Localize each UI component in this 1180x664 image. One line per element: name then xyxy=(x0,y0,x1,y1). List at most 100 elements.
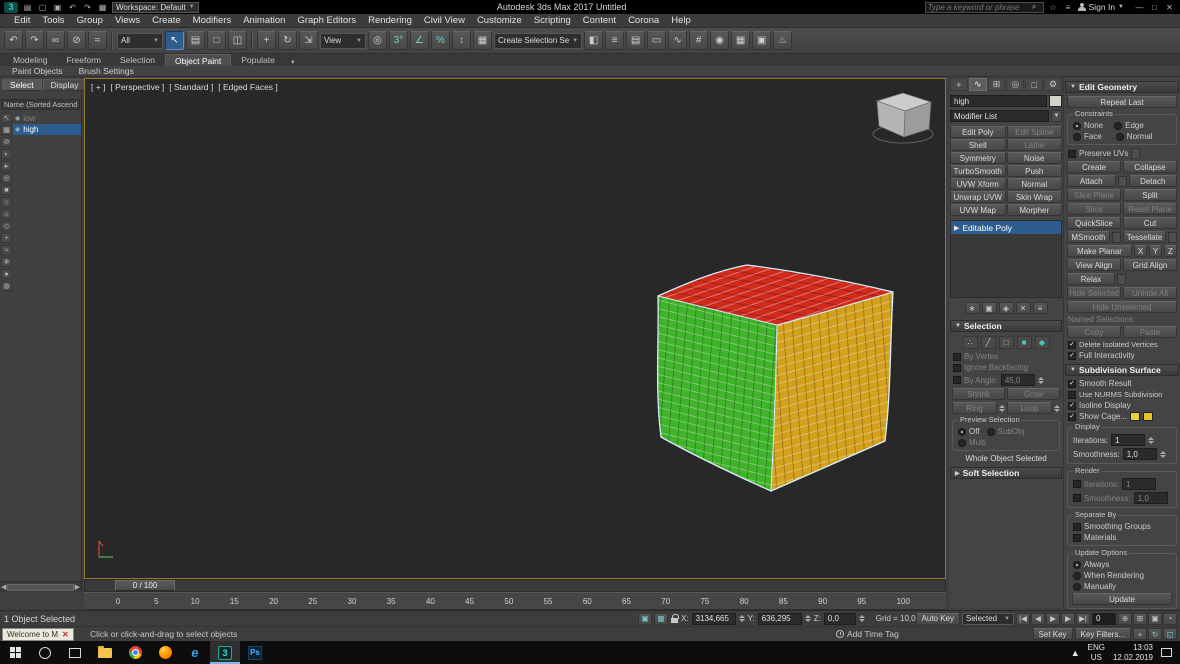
menu-item[interactable]: Modifiers xyxy=(187,15,238,26)
modifier-button[interactable]: Push xyxy=(1006,165,1062,177)
ribbon-tab[interactable]: Populate xyxy=(232,54,284,66)
layer-manager-icon[interactable]: ▤ xyxy=(626,31,646,50)
show-end-result-icon[interactable]: ▣ xyxy=(981,302,997,314)
quickslice-button[interactable]: QuickSlice xyxy=(1067,217,1121,229)
menu-item[interactable]: Rendering xyxy=(362,15,418,26)
menu-item[interactable]: Scripting xyxy=(528,15,577,26)
go-to-end-icon[interactable]: ▶| xyxy=(1076,612,1090,625)
reference-coordinate-dropdown[interactable]: View ▼ xyxy=(320,32,366,49)
modifier-list-dropdown[interactable]: Modifier List xyxy=(950,110,1049,122)
ribbon-tab[interactable]: Modeling xyxy=(4,54,57,66)
render-smoothness-field[interactable]: 1,0 xyxy=(1133,492,1168,504)
by-vertex-checkbox[interactable] xyxy=(953,352,961,361)
modifier-button[interactable]: UVW Map xyxy=(950,204,1006,216)
menu-item[interactable]: Group xyxy=(71,15,109,26)
select-none-icon[interactable]: ⊘ xyxy=(1,137,12,147)
selection-lock-grid-icon[interactable]: ▦ xyxy=(654,612,668,625)
modify-tab-icon[interactable]: ∿ xyxy=(968,78,987,91)
loop-spinner[interactable] xyxy=(1054,404,1060,412)
update-manually-radio[interactable] xyxy=(1073,582,1081,591)
relax-settings[interactable] xyxy=(1117,273,1126,285)
detach-button[interactable]: Detach xyxy=(1128,175,1177,187)
schematic-view-icon[interactable]: # xyxy=(689,31,709,50)
copy-button[interactable]: Copy xyxy=(1067,326,1121,338)
menu-item[interactable]: Views xyxy=(109,15,146,26)
task-view-button[interactable] xyxy=(60,641,90,664)
viewport-label-segment[interactable]: [ Edged Faces ] xyxy=(218,82,278,92)
filter-spacewarps-icon[interactable]: ≈ xyxy=(1,245,12,255)
grow-button[interactable]: Grow xyxy=(1007,388,1060,400)
modifier-button[interactable]: TurboSmooth xyxy=(950,165,1006,177)
stack-item-editable-poly[interactable]: ▶ Editable Poly xyxy=(951,221,1061,234)
planar-z-button[interactable]: Z xyxy=(1164,245,1177,257)
repeat-last-button[interactable]: Repeat Last xyxy=(1067,96,1177,108)
zoom-extents-icon[interactable]: ▣ xyxy=(1148,612,1162,625)
maximize-viewport-icon[interactable]: ◱ xyxy=(1163,628,1177,640)
ribbon-tab[interactable]: Selection xyxy=(111,54,164,66)
add-time-tag[interactable]: Add Time Tag xyxy=(847,629,899,639)
orbit-icon[interactable]: ↻ xyxy=(1148,628,1162,640)
ribbon-subtab[interactable]: Paint Objects xyxy=(4,66,71,76)
select-object-icon[interactable]: ↖ xyxy=(165,31,184,50)
polygon-icon[interactable]: ■ xyxy=(1016,336,1032,349)
paste-button[interactable]: Paste xyxy=(1123,326,1177,338)
object-name-field[interactable]: high xyxy=(950,95,1047,107)
time-slider[interactable]: 0 / 100 xyxy=(115,580,175,591)
selection-filter-dropdown[interactable]: All ▼ xyxy=(117,32,163,49)
smoothing-groups-checkbox[interactable] xyxy=(1073,522,1081,531)
ribbon-tab[interactable]: Object Paint xyxy=(164,54,232,66)
mirror-icon[interactable]: ◧ xyxy=(584,31,604,50)
msmooth-button[interactable]: MSmooth xyxy=(1067,231,1110,243)
bind-spacewarp-icon[interactable]: ≈ xyxy=(88,31,107,50)
filter-shapes-icon[interactable]: ○ xyxy=(1,197,12,207)
unlink-icon[interactable]: ⊘ xyxy=(67,31,86,50)
border-icon[interactable]: □ xyxy=(998,336,1014,349)
open-file-icon[interactable]: ▢ xyxy=(36,2,49,13)
display-smoothness-field[interactable]: 1,0 xyxy=(1122,448,1157,460)
modifier-button[interactable]: Unwrap UVW xyxy=(950,191,1006,203)
use-pivot-icon[interactable]: ◎ xyxy=(368,31,387,50)
modifier-button[interactable]: Symmetry xyxy=(950,152,1006,164)
x-spinner[interactable] xyxy=(738,615,745,622)
explorer-select-icon[interactable]: ↖ xyxy=(1,113,12,123)
perspective-viewport[interactable]: [ + ] [ Perspective ] [ Standard ] [ Edged … xyxy=(84,78,946,579)
select-scale-icon[interactable]: ⇲ xyxy=(299,31,318,50)
modifier-button[interactable]: Morpher xyxy=(1006,204,1062,216)
hide-selected-button[interactable]: Hide Selected xyxy=(1067,287,1121,299)
selection-lock-icon[interactable] xyxy=(671,613,679,623)
community-icon[interactable]: ☆ xyxy=(1047,2,1060,13)
rollout-soft-selection[interactable]: ▶ Soft Selection xyxy=(950,467,1062,479)
ribbon-subtab[interactable]: Brush Settings xyxy=(71,66,142,76)
auto-key-button[interactable]: Auto Key xyxy=(915,612,960,625)
render-production-icon[interactable]: ♨ xyxy=(773,31,793,50)
render-iterations-field[interactable]: 1 xyxy=(1122,478,1157,490)
time-ruler[interactable]: 0 5 10 15 20 25 30 35 40 45 50 55 60 65 70 75 80 85 90 95 10… xyxy=(84,592,946,610)
grid-align-button[interactable]: Grid Align xyxy=(1123,259,1177,271)
redo-icon[interactable]: ↷ xyxy=(25,31,44,50)
menu-item[interactable]: Create xyxy=(146,15,187,26)
constraint-edge-radio[interactable] xyxy=(1114,121,1123,130)
curve-editor-icon[interactable]: ∿ xyxy=(668,31,688,50)
angle-snap-icon[interactable]: ∠ xyxy=(410,31,429,50)
3dsmax-taskbar-button[interactable]: 3 xyxy=(210,641,240,664)
next-frame-icon[interactable]: ▶ xyxy=(1061,612,1075,625)
use-nurms-checkbox[interactable] xyxy=(1068,390,1076,399)
select-rotate-icon[interactable]: ↻ xyxy=(278,31,297,50)
display-tab-icon[interactable]: □ xyxy=(1025,78,1044,91)
constraint-none-radio[interactable] xyxy=(1073,121,1081,130)
close-icon[interactable]: ✕ xyxy=(62,630,69,639)
filter-cameras-icon[interactable]: ◇ xyxy=(1,221,12,231)
render-iterations-checkbox[interactable] xyxy=(1073,480,1081,488)
relax-button[interactable]: Relax xyxy=(1067,273,1115,285)
menu-item[interactable]: Tools xyxy=(36,15,70,26)
maximize-icon[interactable]: □ xyxy=(1148,2,1161,13)
modifier-button[interactable]: Noise xyxy=(1006,152,1062,164)
expand-icon[interactable]: ▶ xyxy=(954,224,959,232)
previous-frame-icon[interactable]: ◀ xyxy=(1031,612,1045,625)
scroll-left-icon[interactable]: ◀ xyxy=(1,583,6,591)
scrollbar-thumb[interactable] xyxy=(7,583,74,591)
menu-item[interactable]: Graph Editors xyxy=(291,15,362,26)
menu-item[interactable]: Help xyxy=(665,15,697,26)
unhide-all-button[interactable]: Unhide All xyxy=(1123,287,1177,299)
chrome-button[interactable] xyxy=(120,641,150,664)
